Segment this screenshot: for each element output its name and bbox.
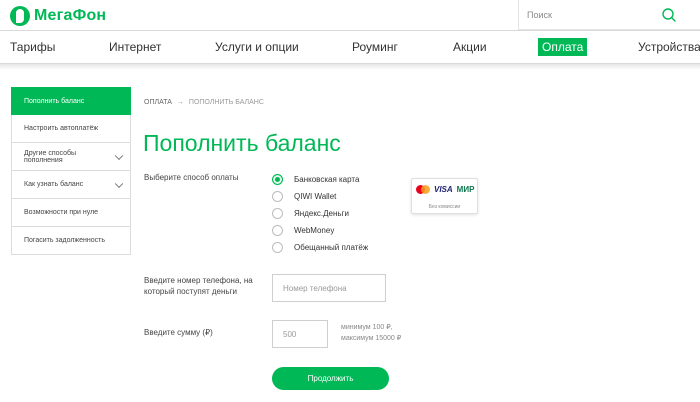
megafon-logo-icon <box>10 6 30 26</box>
amount-hint-max: максимум 15000 ₽ <box>341 335 402 342</box>
nav-item-services[interactable]: Услуги и опции <box>215 40 299 54</box>
main-nav: Тарифы Интернет Услуги и опции Роуминг А… <box>0 30 700 64</box>
breadcrumb-current: ПОПОЛНИТЬ БАЛАНС <box>188 99 264 106</box>
radio-button[interactable] <box>272 242 283 253</box>
nav-item-devices[interactable]: Устройства <box>638 40 700 54</box>
visa-icon: VISA <box>434 185 453 194</box>
logo-text: МегаФон <box>34 7 107 24</box>
card-logos-badge: VISA МИР Без комиссии <box>411 178 478 214</box>
nav-item-promotions[interactable]: Акции <box>453 40 487 54</box>
payment-method-radio-group: Банковская карта QIWI Wallet Яндекс.День… <box>272 171 368 256</box>
amount-limits-hint: минимум 100 ₽, максимум 15000 ₽ <box>341 322 401 344</box>
payment-method-label: Выберите способ оплаты <box>144 173 239 182</box>
nav-item-roaming[interactable]: Роуминг <box>352 40 398 54</box>
site-header: МегаФон <box>0 0 700 30</box>
sidebar-item-zero-balance-options[interactable]: Возможности при нуле <box>11 199 131 227</box>
logo[interactable]: МегаФон <box>10 6 106 26</box>
radio-label: WebMoney <box>294 226 335 235</box>
payment-method-webmoney[interactable]: WebMoney <box>272 222 368 239</box>
payment-method-promised-payment[interactable]: Обещанный платёж <box>272 239 368 256</box>
breadcrumb: ОПЛАТА → ПОПОЛНИТЬ БАЛАНС <box>144 99 264 106</box>
chevron-down-icon <box>114 179 124 188</box>
amount-label: Введите сумму (₽) <box>144 328 213 337</box>
continue-button[interactable]: Продолжить <box>272 367 389 390</box>
search-input[interactable] <box>527 8 647 22</box>
radio-button[interactable] <box>272 208 283 219</box>
card-logos: VISA МИР <box>416 185 474 194</box>
radio-label: QIWI Wallet <box>294 192 337 201</box>
radio-label: Обещанный платёж <box>294 243 369 252</box>
sidebar-item-label: Другие способы пополнения <box>24 149 77 164</box>
radio-button[interactable] <box>272 225 283 236</box>
radio-label: Банковская карта <box>294 175 360 184</box>
radio-button[interactable] <box>272 191 283 202</box>
mir-icon: МИР <box>456 185 475 194</box>
no-commission-note: Без комиссии <box>428 204 461 210</box>
sidebar-item-autopayment[interactable]: Настроить автоплатёж <box>11 115 131 143</box>
amount-hint-min: минимум 100 ₽, <box>341 324 393 331</box>
amount-input[interactable] <box>272 320 328 348</box>
sidebar-item-top-up-balance[interactable]: Пополнить баланс <box>11 87 131 115</box>
radio-button[interactable] <box>272 174 283 185</box>
phone-label: Введите номер телефона, на который посту… <box>144 276 253 296</box>
arrow-right-icon: → <box>176 99 184 106</box>
sidebar-item-label: Погасить задолженность <box>24 237 105 244</box>
mastercard-icon <box>416 185 430 194</box>
radio-label: Яндекс.Деньги <box>294 209 349 218</box>
search-icon[interactable] <box>661 7 677 23</box>
payment-method-bank-card[interactable]: Банковская карта <box>272 171 368 188</box>
sidebar-item-label: Возможности при нуле <box>24 209 99 216</box>
sidebar: Пополнить баланс Настроить автоплатёж Др… <box>11 87 131 255</box>
nav-item-tariffs[interactable]: Тарифы <box>10 40 55 54</box>
sidebar-item-label: Настроить автоплатёж <box>24 125 99 132</box>
nav-item-payment[interactable]: Оплата <box>538 38 588 56</box>
page-title: Пополнить баланс <box>143 130 341 156</box>
breadcrumb-payment-link[interactable]: ОПЛАТА <box>144 99 172 106</box>
phone-number-input[interactable] <box>272 274 386 302</box>
nav-shadow <box>0 64 700 70</box>
payment-method-yandex-money[interactable]: Яндекс.Деньги <box>272 205 368 222</box>
sidebar-item-check-balance[interactable]: Как узнать баланс <box>11 171 131 199</box>
chevron-down-icon <box>114 151 124 160</box>
sidebar-item-repay-debt[interactable]: Погасить задолженность <box>11 227 131 255</box>
sidebar-item-other-methods[interactable]: Другие способы пополнения <box>11 143 131 171</box>
sidebar-item-label: Как узнать баланс <box>24 181 84 188</box>
sidebar-item-label: Пополнить баланс <box>24 97 85 105</box>
payment-method-qiwi[interactable]: QIWI Wallet <box>272 188 368 205</box>
nav-item-internet[interactable]: Интернет <box>109 40 161 54</box>
